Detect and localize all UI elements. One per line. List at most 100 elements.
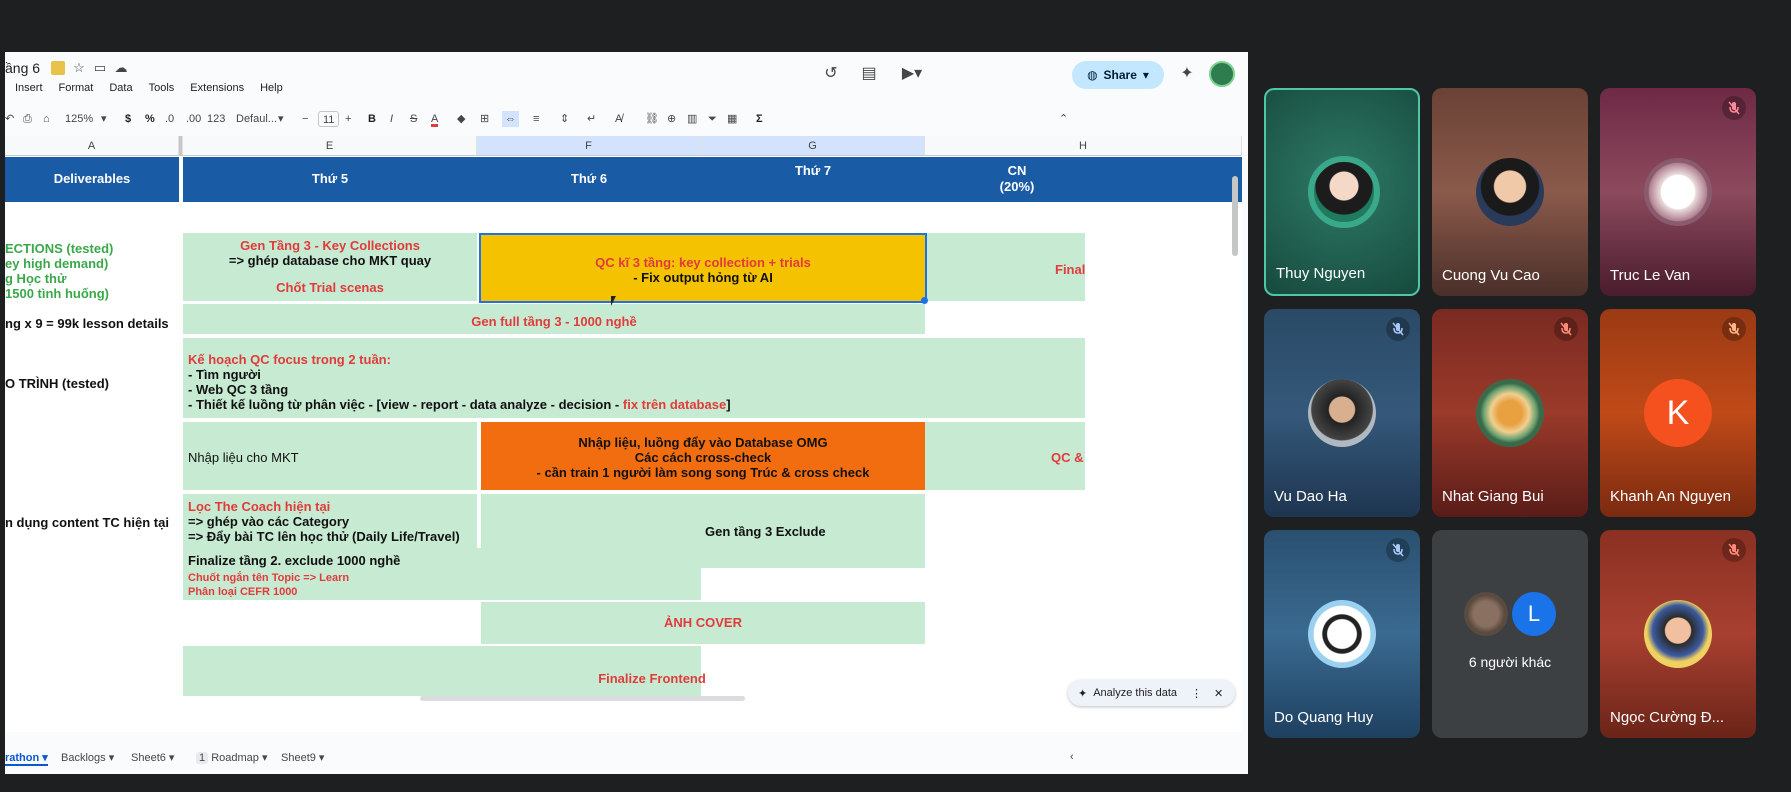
menu-extensions[interactable]: Extensions xyxy=(180,79,250,97)
chart-icon[interactable]: ▥ xyxy=(687,111,697,127)
scroll-left-icon[interactable]: ‹ xyxy=(1070,751,1074,763)
tab-rathon[interactable]: rathon ▾ xyxy=(5,751,48,766)
analyze-data-chip[interactable]: ✦ Analyze this data ⋮ ✕ xyxy=(1068,680,1235,706)
font-size-increase[interactable]: + xyxy=(345,111,351,127)
link-icon[interactable]: ⛓ xyxy=(645,111,659,127)
avatar xyxy=(1464,592,1508,636)
chevron-down-icon[interactable]: ▾ xyxy=(1143,68,1149,82)
close-icon[interactable]: ✕ xyxy=(1214,687,1223,700)
borders-icon[interactable]: ⊞ xyxy=(480,111,489,127)
merge-cells-icon[interactable]: ⇔ xyxy=(502,111,519,127)
header-row-days[interactable]: Thứ 5 Thứ 6 Thứ 7 CN (20%) xyxy=(183,157,1242,202)
avatar xyxy=(1308,379,1376,447)
cell-a-tinhhuong[interactable]: 1500 tình huống) xyxy=(5,285,109,302)
avatar-initial: L xyxy=(1512,592,1556,636)
zoom-select[interactable]: 125% xyxy=(65,111,93,127)
font-size-input[interactable]: 11 xyxy=(318,111,340,127)
bold-button[interactable]: B xyxy=(368,111,376,127)
col-header-e[interactable]: E xyxy=(183,136,477,156)
font-size-decrease[interactable]: − xyxy=(302,111,308,127)
functions-button[interactable]: Σ xyxy=(756,111,763,127)
vertical-scrollbar[interactable] xyxy=(1232,176,1238,256)
col-header-a[interactable]: A xyxy=(5,136,179,156)
mic-off-icon xyxy=(1386,317,1410,341)
meet-icon[interactable]: ▶▾ xyxy=(895,63,929,85)
participant-tile-thuy[interactable]: Thuy Nguyen xyxy=(1264,88,1420,296)
avatar xyxy=(1308,600,1376,668)
filter-views-icon[interactable]: ▦ xyxy=(727,111,737,127)
menu-insert[interactable]: Insert xyxy=(5,79,49,97)
decrease-decimal-button[interactable]: .0 xyxy=(165,111,174,127)
avatar xyxy=(1644,158,1712,226)
comment-icon[interactable]: ⊕ xyxy=(667,111,676,127)
percent-button[interactable]: % xyxy=(145,111,155,127)
cell-a-lessons[interactable]: ng x 9 = 99k lesson details xyxy=(5,315,169,332)
text-chuot-ngan: Chuốt ngắn tên Topic => Learn xyxy=(188,572,350,584)
gemini-icon[interactable]: ✦ xyxy=(1176,63,1198,85)
header-cn: CN xyxy=(1007,163,1027,178)
text-finalize-fe: Finalize Frontend xyxy=(598,671,706,686)
undo-icon[interactable]: ↶ xyxy=(5,111,14,127)
text-ghep-db: => ghép database cho MKT quay xyxy=(228,253,432,268)
increase-decimal-button[interactable]: .00 xyxy=(186,111,201,127)
doc-title[interactable]: ầng 6 xyxy=(5,60,40,76)
horizontal-scrollbar[interactable] xyxy=(420,696,745,701)
history-icon[interactable]: ↺ xyxy=(820,63,842,85)
fill-color-icon[interactable]: ◆ xyxy=(457,111,465,127)
paint-format-icon[interactable]: ⌂ xyxy=(43,111,50,127)
fill-handle[interactable] xyxy=(921,297,928,304)
participant-tile-do[interactable]: Do Quang Huy xyxy=(1264,530,1420,738)
tab-sheet9[interactable]: Sheet9 ▾ xyxy=(281,751,324,764)
strikethrough-button[interactable]: S xyxy=(410,111,417,127)
align-icon[interactable]: ≡ xyxy=(533,111,539,127)
participant-name: Thuy Nguyen xyxy=(1276,265,1366,282)
text-qc-amp: QC & xyxy=(1051,450,1084,465)
participant-tile-ngoc[interactable]: Ngọc Cường Đ... xyxy=(1600,530,1756,738)
tab-sheet6[interactable]: Sheet6 ▾ xyxy=(131,751,174,764)
more-icon[interactable]: ⋮ xyxy=(1191,687,1202,700)
col-header-h[interactable]: H xyxy=(925,136,1242,156)
currency-button[interactable]: $ xyxy=(125,111,131,127)
filter-icon[interactable]: ⏷ xyxy=(708,111,717,127)
participant-tile-truc[interactable]: Truc Le Van xyxy=(1600,88,1756,296)
avatar xyxy=(1476,379,1544,447)
participant-tile-vu[interactable]: Vu Dao Ha xyxy=(1264,309,1420,517)
share-button[interactable]: ◍ Share ▾ xyxy=(1072,61,1164,89)
menu-tools[interactable]: Tools xyxy=(139,79,181,97)
avatar[interactable] xyxy=(1209,61,1235,87)
text-anh-cover: ẢNH COVER xyxy=(663,615,742,630)
chevron-down-icon[interactable]: ▾ xyxy=(278,111,284,127)
header-cell-deliverables[interactable]: Deliverables xyxy=(5,157,179,202)
col-header-g[interactable]: G xyxy=(701,136,925,156)
menu-bar: Insert Format Data Tools Extensions Help xyxy=(5,79,289,97)
menu-format[interactable]: Format xyxy=(49,79,100,97)
wrap-icon[interactable]: ↵ xyxy=(587,111,596,127)
text-color-button[interactable]: A xyxy=(431,111,439,127)
tab-backlogs[interactable]: Backlogs ▾ xyxy=(61,751,114,764)
header-thu5: Thứ 5 xyxy=(311,171,349,186)
folder-icon[interactable]: ▭ xyxy=(93,61,107,75)
header-cn-pct: (20%) xyxy=(999,179,1035,194)
cell-a-trinh[interactable]: O TRÌNH (tested) xyxy=(5,375,109,392)
participant-tile-cuong[interactable]: Cuong Vu Cao xyxy=(1432,88,1588,296)
participant-tile-others[interactable]: L 6 người khác xyxy=(1432,530,1588,738)
col-header-f[interactable]: F xyxy=(477,136,701,156)
print-icon[interactable]: ⎙ xyxy=(23,111,32,127)
participant-tile-khanh[interactable]: K Khanh An Nguyen xyxy=(1600,309,1756,517)
cell-a-content[interactable]: n dụng content TC hiện tại xyxy=(5,514,169,531)
italic-button[interactable]: I xyxy=(390,111,393,127)
font-select[interactable]: Defaul... xyxy=(236,111,277,127)
sheet-grid[interactable]: A E F G H Deliverables Thứ 5 Thứ 6 Thứ 7… xyxy=(5,136,1242,732)
rotate-icon[interactable]: A̸ xyxy=(615,111,622,127)
valign-icon[interactable]: ⇕ xyxy=(560,111,569,127)
menu-help[interactable]: Help xyxy=(250,79,289,97)
chevron-down-icon[interactable]: ▾ xyxy=(101,111,107,127)
comments-icon[interactable]: ▤ xyxy=(858,63,880,85)
number-format-button[interactable]: 123 xyxy=(207,111,225,127)
tab-roadmap[interactable]: 1 Roadmap ▾ xyxy=(196,751,267,764)
menu-data[interactable]: Data xyxy=(99,79,138,97)
mic-off-icon xyxy=(1722,538,1746,562)
participant-tile-nhat[interactable]: Nhat Giang Bui xyxy=(1432,309,1588,517)
collapse-icon[interactable]: ⌃ xyxy=(1059,111,1068,127)
star-icon[interactable]: ☆ xyxy=(72,61,86,75)
